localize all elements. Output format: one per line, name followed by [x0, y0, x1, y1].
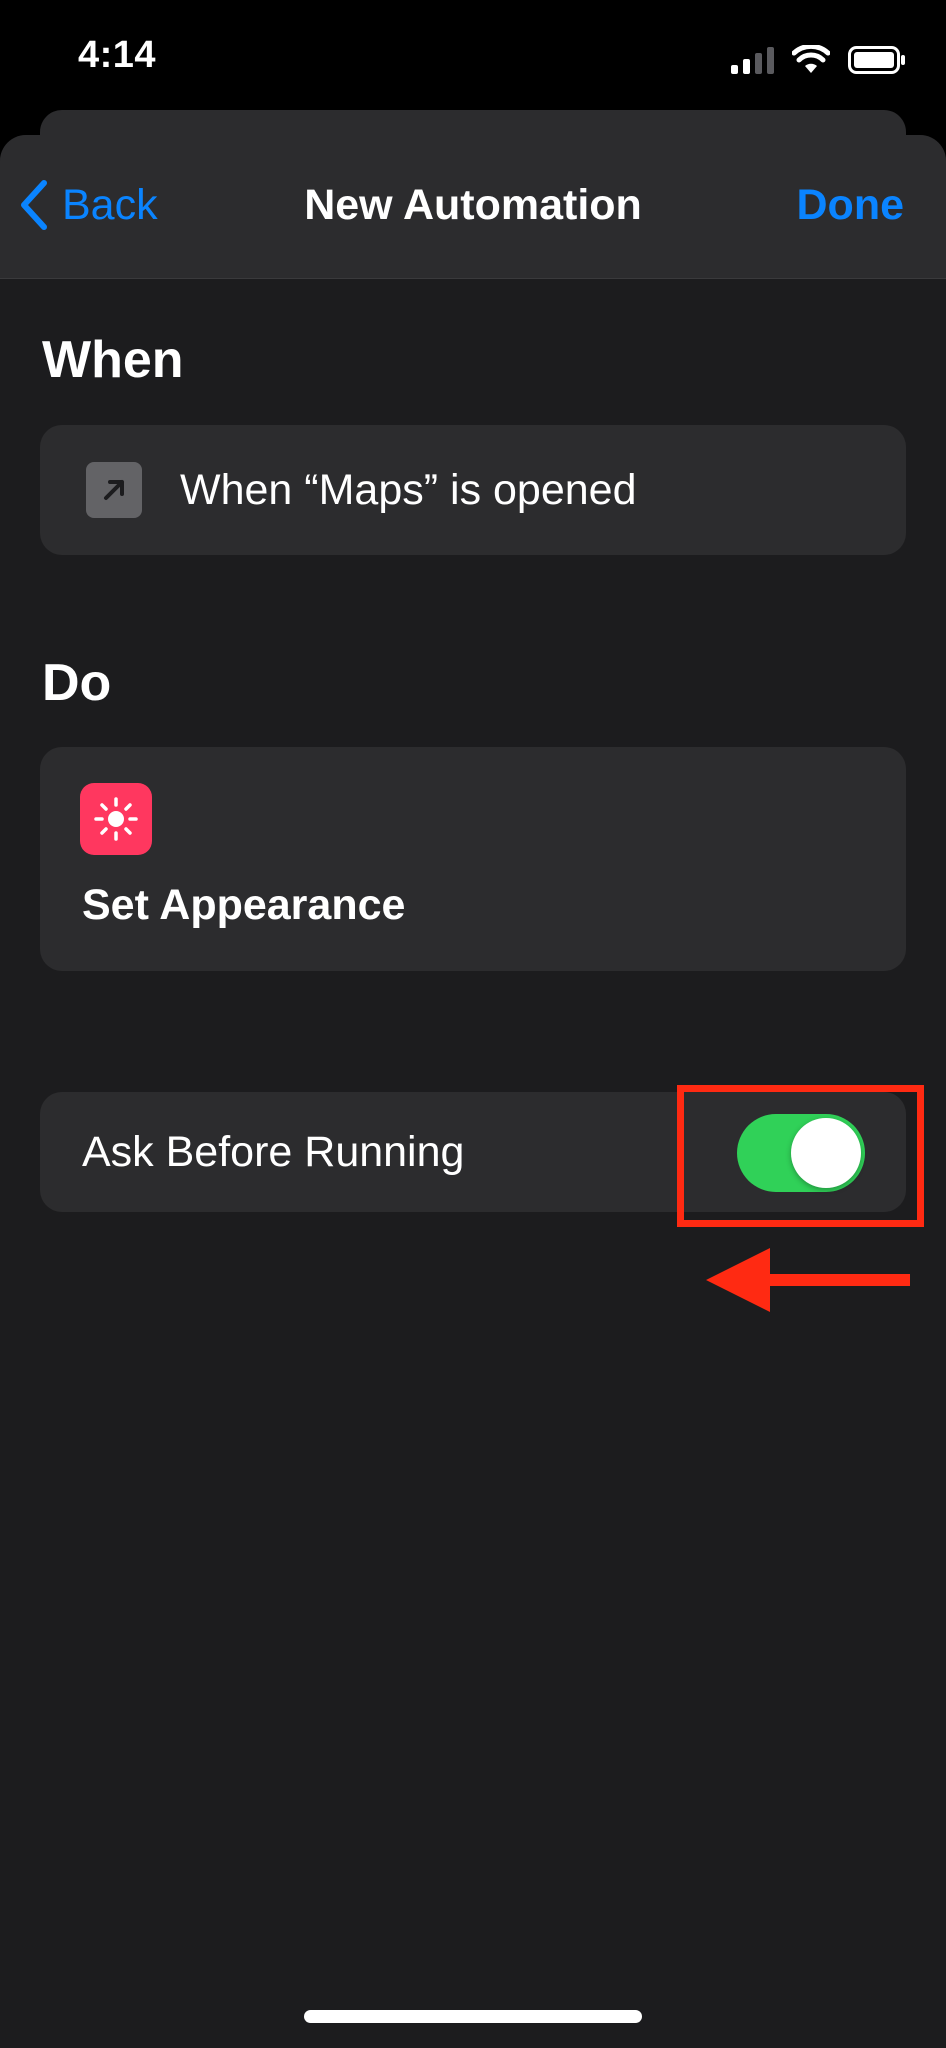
cellular-signal-icon	[731, 46, 774, 74]
wifi-icon	[792, 45, 830, 73]
action-card[interactable]: Set Appearance	[40, 747, 906, 971]
navigation-bar: Back New Automation Done	[0, 135, 946, 279]
battery-icon	[848, 46, 905, 74]
status-bar: 4:14	[0, 0, 946, 120]
status-time: 4:14	[78, 34, 157, 76]
open-app-arrow-icon	[86, 462, 142, 518]
action-label: Set Appearance	[82, 881, 406, 929]
home-indicator[interactable]	[304, 2010, 642, 2023]
left-arrow-icon	[706, 1248, 910, 1312]
screen: 4:14 Back New Automation Done When When …	[0, 0, 946, 2048]
do-heading: Do	[42, 654, 112, 712]
highlight-box	[677, 1085, 924, 1227]
ask-before-running-label: Ask Before Running	[82, 1127, 465, 1176]
status-icons	[731, 40, 906, 80]
trigger-card[interactable]: When “Maps” is opened	[40, 425, 906, 555]
sun-icon	[80, 783, 152, 855]
done-button[interactable]: Done	[797, 181, 905, 230]
when-heading: When	[42, 331, 184, 389]
trigger-text: When “Maps” is opened	[180, 465, 637, 514]
